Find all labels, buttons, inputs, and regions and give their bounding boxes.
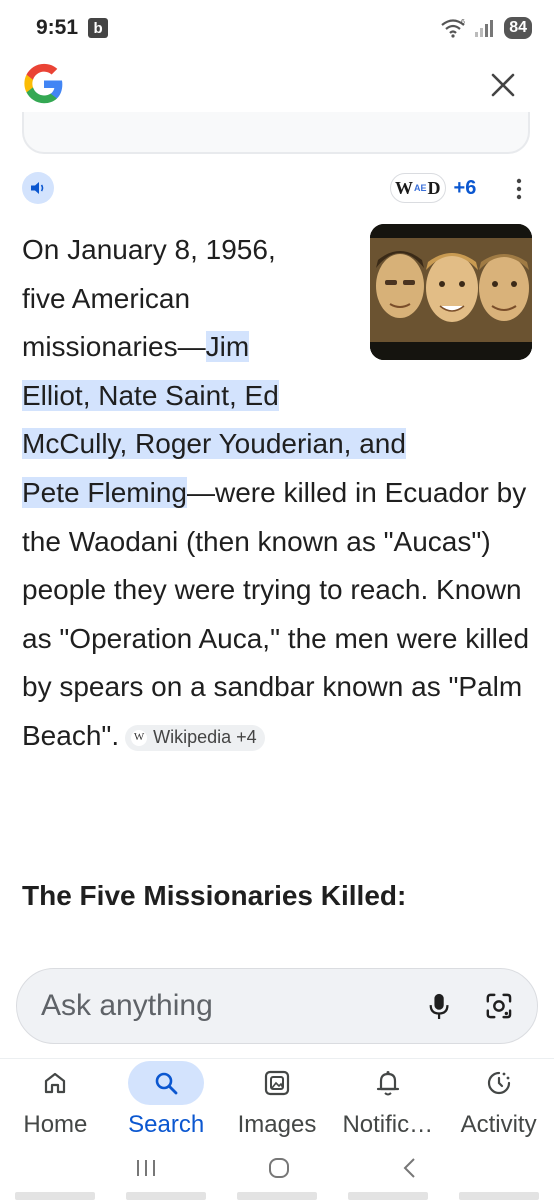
answer-rest: —were killed in Ecuador by the Waodani (… [22, 476, 530, 751]
bottom-nav: Home Search Images Notific… Activity [0, 1058, 554, 1148]
page-peek [0, 1192, 554, 1200]
home-button-icon[interactable] [267, 1156, 291, 1180]
ask-bar[interactable] [16, 968, 538, 1044]
nav-images-icon-wrap [239, 1061, 315, 1105]
google-logo-icon[interactable] [22, 62, 66, 106]
images-icon [264, 1070, 290, 1096]
highlight-names-a[interactable]: Jim [205, 331, 250, 363]
nav-search-icon-wrap [128, 1061, 205, 1105]
nav-notifications-label: Notific… [342, 1111, 434, 1138]
nav-search[interactable]: Search [111, 1059, 221, 1148]
notification-badge: b [88, 18, 109, 38]
search-icon [155, 1072, 178, 1095]
status-time: 9:51 [36, 16, 79, 39]
nav-home[interactable]: Home [0, 1059, 110, 1148]
nav-activity-icon-wrap [461, 1061, 537, 1105]
back-icon[interactable] [400, 1156, 420, 1180]
status-left: 9:51 b [36, 16, 109, 40]
more-options-icon[interactable] [512, 176, 526, 202]
home-icon [45, 1072, 66, 1094]
battery-indicator: 84 [504, 17, 532, 39]
answer-line-1: On January 8, 1956, [22, 234, 276, 265]
bell-icon [376, 1071, 399, 1096]
close-icon[interactable] [488, 70, 518, 100]
collapsed-card [22, 112, 530, 154]
wikipedia-icon: W [131, 729, 148, 746]
wifi-icon: 6 [441, 19, 465, 38]
svg-text:6: 6 [461, 19, 465, 26]
answer-line-3: missionaries—Jim [22, 323, 362, 372]
google-lens-icon[interactable] [485, 991, 513, 1021]
citation-label: Wikipedia +4 [153, 727, 257, 748]
nav-activity[interactable]: Activity [444, 1059, 554, 1148]
source-logo: W AE D [390, 173, 446, 203]
signal-icon [475, 20, 494, 37]
microphone-icon[interactable] [427, 991, 451, 1021]
ask-input[interactable] [41, 989, 427, 1023]
recents-icon[interactable] [134, 1158, 158, 1178]
nav-home-icon-wrap [17, 1061, 93, 1105]
system-nav [0, 1150, 554, 1186]
highlight-names-b[interactable]: Elliot, Nate Saint, Ed [22, 379, 279, 411]
speaker-icon [31, 182, 44, 194]
citation-chip[interactable]: W Wikipedia +4 [125, 724, 265, 751]
peek-block [15, 1192, 96, 1200]
section-heading: The Five Missionaries Killed: [22, 880, 407, 911]
listen-button[interactable] [22, 172, 54, 204]
ai-answer-text: On January 8, 1956, five American missio… [22, 226, 532, 761]
source-logo-mid: AE [414, 183, 427, 193]
peek-block [236, 1192, 317, 1200]
nav-notifications[interactable]: Notific… [333, 1059, 443, 1148]
activity-icon [487, 1071, 510, 1095]
nav-notifications-icon-wrap [350, 1061, 426, 1105]
nav-images-label: Images [237, 1111, 317, 1138]
top-bar [0, 60, 554, 110]
nav-activity-label: Activity [460, 1111, 537, 1138]
peek-block [347, 1192, 428, 1200]
highlight-names-c[interactable]: McCully, Roger Youderian, and [22, 428, 406, 460]
source-cluster[interactable]: W AE D +6 [390, 172, 476, 204]
status-right: 6 84 [440, 17, 532, 39]
peek-block [126, 1192, 207, 1200]
source-logo-right: D [427, 177, 441, 198]
source-count: +6 [453, 176, 477, 199]
status-bar: 9:51 b 6 84 [0, 0, 554, 56]
highlight-names-d[interactable]: Pete Fleming [22, 476, 187, 508]
nav-home-label: Home [23, 1111, 88, 1138]
answer-line-2: five American [22, 282, 191, 314]
answer-line-3-text: missionaries— [22, 331, 206, 363]
nav-search-label: Search [128, 1111, 205, 1138]
nav-images[interactable]: Images [222, 1059, 332, 1148]
peek-block [458, 1192, 539, 1200]
source-logo-left: W [395, 177, 413, 198]
